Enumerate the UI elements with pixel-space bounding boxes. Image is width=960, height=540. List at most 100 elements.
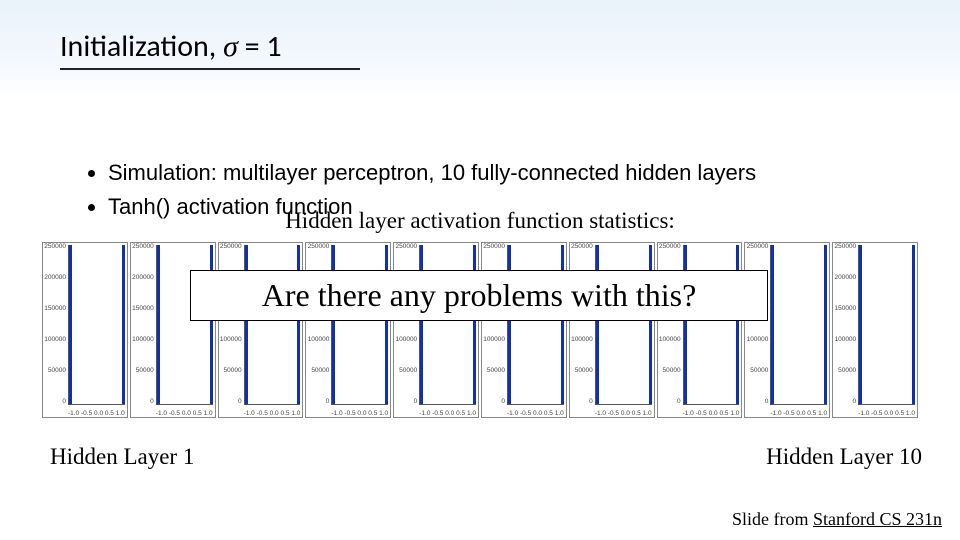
xtick: 1.0 (818, 410, 827, 417)
ytick: 250000 (746, 243, 768, 250)
xtick: 0.0 (270, 410, 279, 417)
plot-area (244, 245, 301, 405)
ytick: 200000 (834, 274, 856, 281)
hist-bar-pos1 (912, 245, 915, 404)
x-axis: -1.0 -0.5 0.0 0.5 1.0 (331, 410, 388, 417)
ytick: 0 (659, 398, 681, 405)
xtick: 1.0 (116, 410, 125, 417)
x-axis: -1.0 -0.5 0.0 0.5 1.0 (244, 410, 301, 417)
xtick: 1.0 (379, 410, 388, 417)
ytick: 100000 (483, 336, 505, 343)
xtick: -0.5 (520, 410, 531, 417)
attribution-link[interactable]: Stanford CS 231n (813, 509, 942, 529)
hist-bar-pos1 (210, 245, 213, 404)
x-axis: -1.0 -0.5 0.0 0.5 1.0 (858, 410, 915, 417)
hist-bar-neg1 (420, 245, 423, 404)
bullet-item: Simulation: multilayer perceptron, 10 fu… (108, 157, 756, 189)
xtick: -1.0 (683, 410, 694, 417)
xtick: 0.5 (105, 410, 114, 417)
ytick: 50000 (395, 367, 417, 374)
ytick: 150000 (44, 305, 66, 312)
ytick: 100000 (220, 336, 242, 343)
xtick: 0.5 (368, 410, 377, 417)
y-axis: 250000 200000 150000 100000 50000 0 (307, 243, 331, 405)
xtick: 0.5 (719, 410, 728, 417)
y-axis: 250000 200000 150000 100000 50000 0 (395, 243, 419, 405)
xtick: -0.5 (432, 410, 443, 417)
ytick: 50000 (571, 367, 593, 374)
xtick: -1.0 (68, 410, 79, 417)
y-axis: 250000 200000 150000 100000 50000 0 (746, 243, 770, 405)
histogram-layer-5: 250000 200000 150000 100000 50000 0 -1.0… (393, 242, 479, 418)
ytick: 250000 (395, 243, 417, 250)
ytick: 50000 (834, 367, 856, 374)
hist-bar-pos1 (736, 245, 739, 404)
xtick: 0.5 (895, 410, 904, 417)
slide: Initialization, σ = 1 Simulation: multil… (0, 0, 960, 540)
ytick: 100000 (834, 336, 856, 343)
xtick: -1.0 (595, 410, 606, 417)
hist-bar-pos1 (385, 245, 388, 404)
xtick: 1.0 (467, 410, 476, 417)
histogram-layer-9: 250000 200000 150000 100000 50000 0 -1.0… (744, 242, 830, 418)
histogram-layer-8: 250000 200000 150000 100000 50000 0 -1.0… (657, 242, 743, 418)
ytick: 100000 (571, 336, 593, 343)
x-axis: -1.0 -0.5 0.0 0.5 1.0 (507, 410, 564, 417)
hist-bar-neg1 (684, 245, 687, 404)
ytick: 250000 (571, 243, 593, 250)
plot-area (331, 245, 388, 405)
xtick: 1.0 (204, 410, 213, 417)
y-axis: 250000 200000 150000 100000 50000 0 (132, 243, 156, 405)
hist-bar-neg1 (508, 245, 511, 404)
ytick: 100000 (746, 336, 768, 343)
ytick: 250000 (659, 243, 681, 250)
xtick: 0.0 (884, 410, 893, 417)
hist-bar-neg1 (157, 245, 160, 404)
plot-area (419, 245, 476, 405)
hist-bar-neg1 (332, 245, 335, 404)
plot-area (683, 245, 740, 405)
xtick: 0.0 (445, 410, 454, 417)
ytick: 50000 (220, 367, 242, 374)
xtick: 0.5 (280, 410, 289, 417)
xtick: -1.0 (244, 410, 255, 417)
hist-bar-neg1 (771, 245, 774, 404)
y-axis: 250000 200000 150000 100000 50000 0 (220, 243, 244, 405)
x-axis: -1.0 -0.5 0.0 0.5 1.0 (156, 410, 213, 417)
xtick: 0.0 (94, 410, 103, 417)
xtick: 0.0 (357, 410, 366, 417)
xtick: 0.0 (182, 410, 191, 417)
xtick: 0.0 (621, 410, 630, 417)
hist-bar-neg1 (245, 245, 248, 404)
plot-area (595, 245, 652, 405)
slide-title: Initialization, σ = 1 (60, 28, 282, 65)
xtick: -1.0 (770, 410, 781, 417)
xtick: 1.0 (555, 410, 564, 417)
ytick: 200000 (44, 274, 66, 281)
xtick: -0.5 (871, 410, 882, 417)
ytick: 100000 (132, 336, 154, 343)
xtick: -1.0 (156, 410, 167, 417)
y-axis: 250000 200000 150000 100000 50000 0 (44, 243, 68, 405)
ytick: 250000 (132, 243, 154, 250)
histogram-layer-4: 250000 200000 150000 100000 50000 0 -1.0… (305, 242, 391, 418)
ytick: 0 (307, 398, 329, 405)
ytick: 50000 (659, 367, 681, 374)
stats-heading: Hidden layer activation function statist… (0, 208, 960, 234)
title-underline (60, 68, 360, 70)
y-axis: 250000 200000 150000 100000 50000 0 (834, 243, 858, 405)
histogram-layer-1: 250000 200000 150000 100000 50000 0 -1.0… (42, 242, 128, 418)
ytick: 100000 (307, 336, 329, 343)
ytick: 150000 (834, 305, 856, 312)
xtick: -0.5 (257, 410, 268, 417)
xtick: 0.0 (709, 410, 718, 417)
ytick: 0 (483, 398, 505, 405)
xtick: 0.5 (807, 410, 816, 417)
attribution-prefix: Slide from (732, 509, 813, 529)
xtick: -1.0 (331, 410, 342, 417)
ytick: 0 (132, 398, 154, 405)
title-rest: = 1 (238, 28, 282, 65)
ytick: 250000 (307, 243, 329, 250)
hist-bar-pos1 (561, 245, 564, 404)
hist-bar-pos1 (297, 245, 300, 404)
